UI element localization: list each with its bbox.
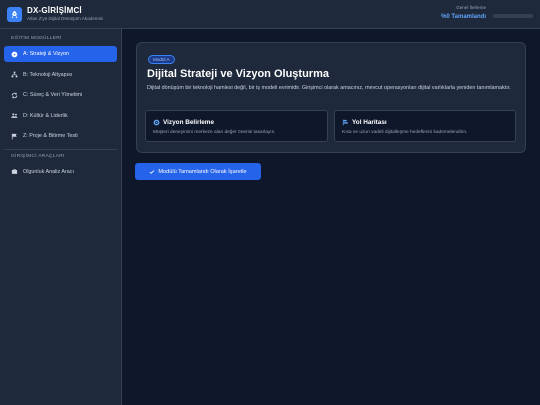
check-icon [150, 169, 155, 174]
module-description: Dijital dönüşüm bir teknoloji hamlesi de… [147, 85, 511, 91]
overall-progress: Genel İlerleme %0 Tamamlandı [441, 5, 533, 20]
sidebar-item-label: Olgunluk Analiz Aracı [23, 168, 74, 175]
progress-label: Genel İlerleme [456, 5, 486, 10]
info-card-title: Yol Haritası [352, 119, 387, 126]
network-icon [11, 71, 18, 78]
app-title: DX-GİRİŞİMCİ [27, 5, 82, 15]
mark-complete-button[interactable]: Modülü Tamamlandı Olarak İşaretle [135, 163, 261, 180]
sidebar-item-label: A: Strateji & Vizyon [23, 51, 70, 57]
sidebar-item-label: C: Süreç & Veri Yönetimi [23, 92, 83, 98]
module-title: Dijital Strateji ve Vizyon Oluşturma [147, 68, 329, 80]
module-badge: Modül A [148, 55, 175, 64]
app-header: DX-GİRİŞİMCİ Atlan Z'ye Dijital Dönüşüm … [0, 0, 540, 29]
sidebar-item-label: Z: Proje & Bitirme Testi [23, 133, 78, 139]
info-card-title: Vizyon Belirleme [163, 119, 215, 126]
progress-value: %0 Tamamlandı [441, 13, 486, 20]
progress-bar [493, 14, 533, 19]
briefcase-icon [11, 168, 18, 175]
sidebar-item-label: B: Teknoloji Altyapısı [23, 71, 73, 78]
info-card-desc: Müşteri deneyimini merkeze alan değer ön… [153, 130, 276, 135]
sidebar-item-label: D: Kültür & Liderlik [23, 112, 68, 119]
mark-complete-label: Modülü Tamamlandı Olarak İşaretle [158, 168, 247, 175]
sidebar-item-process[interactable]: C: Süreç & Veri Yönetimi [4, 87, 117, 103]
sidebar-item-project[interactable]: Z: Proje & Bitirme Testi [4, 128, 117, 144]
flag-icon [11, 133, 18, 140]
section-title-modules: EĞİTİM MODÜLLERİ [11, 36, 62, 41]
rocket-logo-icon [7, 6, 22, 22]
roadmap-icon [342, 119, 348, 126]
users-icon [11, 112, 18, 119]
eye-icon [153, 119, 160, 126]
app-subtitle: Atlan Z'ye Dijital Dönüşüm Akademisi [27, 15, 103, 21]
sidebar-item-culture[interactable]: D: Kültür & Liderlik [4, 108, 117, 124]
info-card-desc: Kısa ve uzun vadeli dijitalleşme hedefle… [342, 130, 468, 135]
sidebar-item-technology[interactable]: B: Teknoloji Altyapısı [4, 67, 117, 83]
sidebar-divider [4, 148, 117, 150]
sidebar-item-maturity-tool[interactable]: Olgunluk Analiz Aracı [4, 164, 117, 180]
sidebar: EĞİTİM MODÜLLERİ A: Strateji & Vizyon B:… [0, 29, 122, 405]
section-title-tools: GİRİŞİMCİ ARAÇLARI [11, 153, 65, 159]
sidebar-item-strategy[interactable]: A: Strateji & Vizyon [4, 46, 117, 62]
info-card-vision: Vizyon Belirleme Müşteri deneyimini merk… [145, 110, 328, 142]
info-card-roadmap: Yol Haritası Kısa ve uzun vadeli dijital… [334, 110, 516, 142]
module-card: Modül A Dijital Strateji ve Vizyon Oluşt… [136, 42, 526, 153]
cycle-icon [11, 92, 18, 99]
compass-icon [11, 51, 18, 58]
brand: DX-GİRİŞİMCİ Atlan Z'ye Dijital Dönüşüm … [27, 5, 103, 22]
